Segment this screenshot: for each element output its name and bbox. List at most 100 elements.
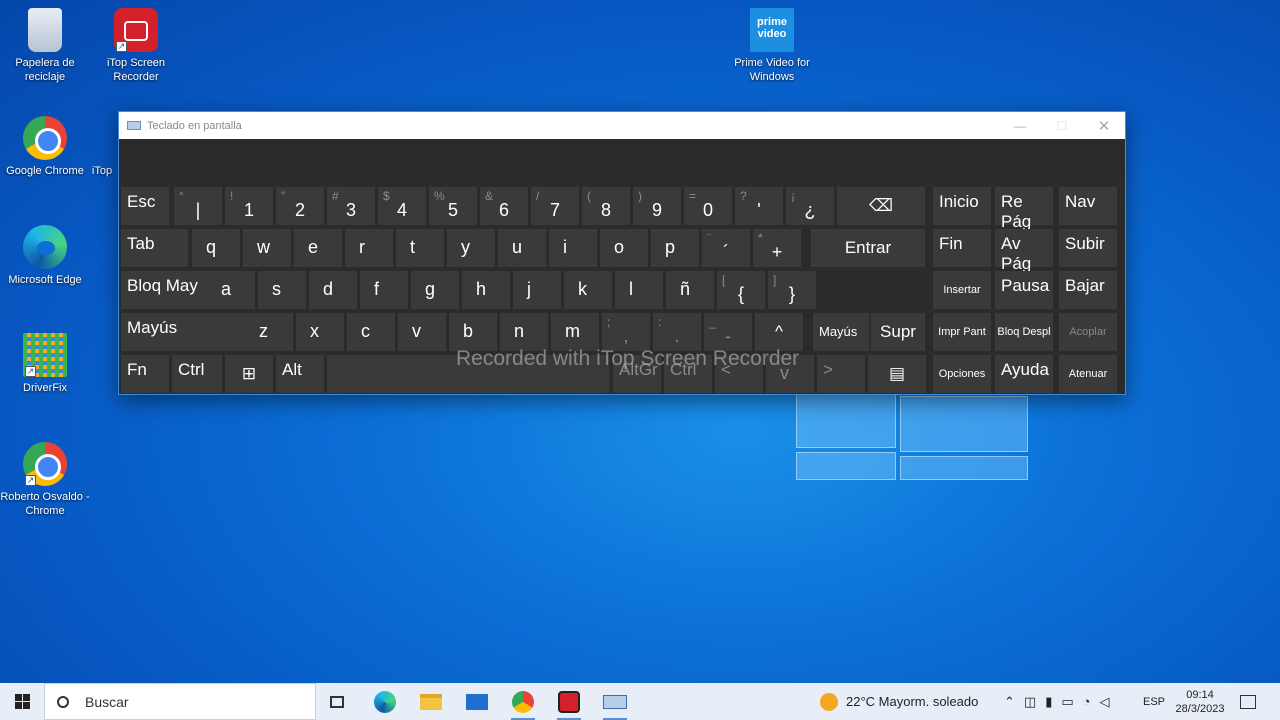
nav-key-insertar[interactable]: Insertar <box>933 271 991 309</box>
key-apostrophe[interactable]: ? ' <box>735 187 783 225</box>
camera-icon[interactable]: ◫ <box>1024 694 1036 710</box>
key-open-brace[interactable]: [{ <box>717 271 765 309</box>
chevron-up-icon[interactable]: ⌃ <box>1004 694 1015 710</box>
left-ctrl-key[interactable]: Ctrl <box>172 355 222 393</box>
key-e[interactable]: e <box>294 229 342 267</box>
key-acute[interactable]: ¨ ´ <box>702 229 750 267</box>
enter-key[interactable]: Entrar <box>811 229 925 267</box>
key-h[interactable]: h <box>462 271 510 309</box>
desktop-icon-edge[interactable]: Microsoft Edge <box>0 225 90 287</box>
window-titlebar[interactable]: Teclado en pantalla — ☐ ✕ <box>119 112 1125 139</box>
taskbar-mail[interactable] <box>454 683 500 720</box>
weather-widget[interactable]: 22°C Mayorm. soleado <box>820 683 978 720</box>
key-6[interactable]: & 6 <box>480 187 528 225</box>
desktop-icon-prime-video[interactable]: prime video Prime Video for Windows <box>727 8 817 84</box>
nav-key-subir[interactable]: Subir <box>1059 229 1117 267</box>
microphone-icon[interactable]: ▮ <box>1045 694 1052 710</box>
key-q[interactable]: q <box>192 229 240 267</box>
nav-key-re-pág[interactable]: Re Pág <box>995 187 1053 231</box>
desktop-icon-recycle-bin[interactable]: Papelera de reciclaje <box>0 8 90 84</box>
desktop-icon-chrome[interactable]: Google Chrome <box>0 116 90 178</box>
key-i[interactable]: i <box>549 229 597 267</box>
wifi-icon[interactable]: ◔ <box>1083 694 1091 709</box>
key-g[interactable]: g <box>411 271 459 309</box>
key-close-brace[interactable]: ]} <box>768 271 816 309</box>
space-key[interactable] <box>327 355 609 393</box>
notifications-button[interactable] <box>1240 683 1256 720</box>
key-j[interactable]: j <box>513 271 561 309</box>
key-r[interactable]: r <box>345 229 393 267</box>
key-pipe[interactable]: ° | <box>174 187 222 225</box>
taskbar-file-explorer[interactable] <box>408 683 454 720</box>
key-period[interactable]: :. <box>653 313 701 351</box>
right-shift-key[interactable]: Mayús <box>813 313 869 351</box>
key-u[interactable]: u <box>498 229 546 267</box>
key-9[interactable]: ) 9 <box>633 187 681 225</box>
battery-icon[interactable]: ▭ <box>1061 694 1073 710</box>
key-minus[interactable]: _ - <box>704 313 752 351</box>
nav-key-opciones[interactable]: Opciones <box>933 355 991 393</box>
windows-key[interactable]: ⊞ <box>225 355 273 393</box>
nav-key-fin[interactable]: Fin <box>933 229 991 267</box>
key-x[interactable]: x <box>296 313 344 351</box>
key-8[interactable]: (8 <box>582 187 630 225</box>
key-s[interactable]: s <box>258 271 306 309</box>
desktop-icon-itop-recorder[interactable]: ↗ iTop Screen Recorder <box>91 8 181 84</box>
left-arrow-key[interactable]: < <box>715 355 763 393</box>
desktop-icon-driverfix[interactable]: ↗ DriverFix <box>0 333 90 395</box>
key-o[interactable]: o <box>600 229 648 267</box>
taskbar-edge[interactable] <box>362 683 408 720</box>
key-f[interactable]: f <box>360 271 408 309</box>
speaker-icon[interactable]: ◁ <box>1100 694 1110 710</box>
key-t[interactable]: t <box>396 229 444 267</box>
down-arrow-key[interactable]: v <box>766 355 814 393</box>
key-m[interactable]: m <box>551 313 599 351</box>
desktop-icon-itop[interactable]: iTop <box>82 116 122 178</box>
nav-key-bajar[interactable]: Bajar <box>1059 271 1117 309</box>
key-y[interactable]: y <box>447 229 495 267</box>
key-z[interactable]: z <box>245 313 293 351</box>
key-5[interactable]: % 5 <box>429 187 477 225</box>
tab-key[interactable]: Tab <box>121 229 188 267</box>
fn-key[interactable]: Fn <box>121 355 169 393</box>
nav-key-av-pág[interactable]: Av Pág <box>995 229 1053 273</box>
esc-key[interactable]: Esc <box>121 187 169 225</box>
key-n[interactable]: n <box>500 313 548 351</box>
taskbar-chrome[interactable] <box>500 683 546 720</box>
up-arrow-key[interactable]: ^ <box>755 313 803 351</box>
altgr-key[interactable]: AltGr <box>613 355 661 393</box>
start-button[interactable] <box>0 683 44 720</box>
key-b[interactable]: b <box>449 313 497 351</box>
taskbar-itop-recorder[interactable] <box>546 683 592 720</box>
key-p[interactable]: p <box>651 229 699 267</box>
clock[interactable]: 09:14 28/3/2023 <box>1172 683 1228 720</box>
key-4[interactable]: $4 <box>378 187 426 225</box>
language-indicator[interactable]: ESP <box>1143 683 1165 720</box>
task-view-button[interactable] <box>314 683 360 720</box>
key-2[interactable]: " 2 <box>276 187 324 225</box>
key-d[interactable]: d <box>309 271 357 309</box>
key-k[interactable]: k <box>564 271 612 309</box>
key-7[interactable]: /7 <box>531 187 579 225</box>
alt-key[interactable]: Alt <box>276 355 324 393</box>
key-inverted-question[interactable]: ¡ ¿ <box>786 187 834 225</box>
key-plus[interactable]: * + <box>753 229 801 267</box>
key-enye[interactable]: ñ <box>666 271 714 309</box>
nav-key-pausa[interactable]: Pausa <box>995 271 1053 309</box>
right-arrow-key[interactable]: > <box>817 355 865 393</box>
key-comma[interactable]: ;, <box>602 313 650 351</box>
key-v[interactable]: v <box>398 313 446 351</box>
nav-key-atenuar[interactable]: Atenuar <box>1059 355 1117 393</box>
delete-key[interactable]: Supr <box>871 313 925 351</box>
taskbar-search-box[interactable]: Buscar <box>44 683 316 720</box>
nav-key-nav[interactable]: Nav <box>1059 187 1117 225</box>
key-a[interactable]: a <box>207 271 255 309</box>
backspace-key[interactable]: ⌫ <box>837 187 925 225</box>
right-ctrl-key[interactable]: Ctrl <box>664 355 712 393</box>
key-c[interactable]: c <box>347 313 395 351</box>
key-0[interactable]: = 0 <box>684 187 732 225</box>
taskbar-on-screen-keyboard[interactable] <box>592 683 638 720</box>
nav-key-impr-pant[interactable]: Impr Pant <box>933 313 991 351</box>
desktop-icon-chrome-profile[interactable]: ↗ Roberto Osvaldo - Chrome <box>0 442 90 518</box>
minimize-button[interactable]: — <box>999 112 1041 139</box>
